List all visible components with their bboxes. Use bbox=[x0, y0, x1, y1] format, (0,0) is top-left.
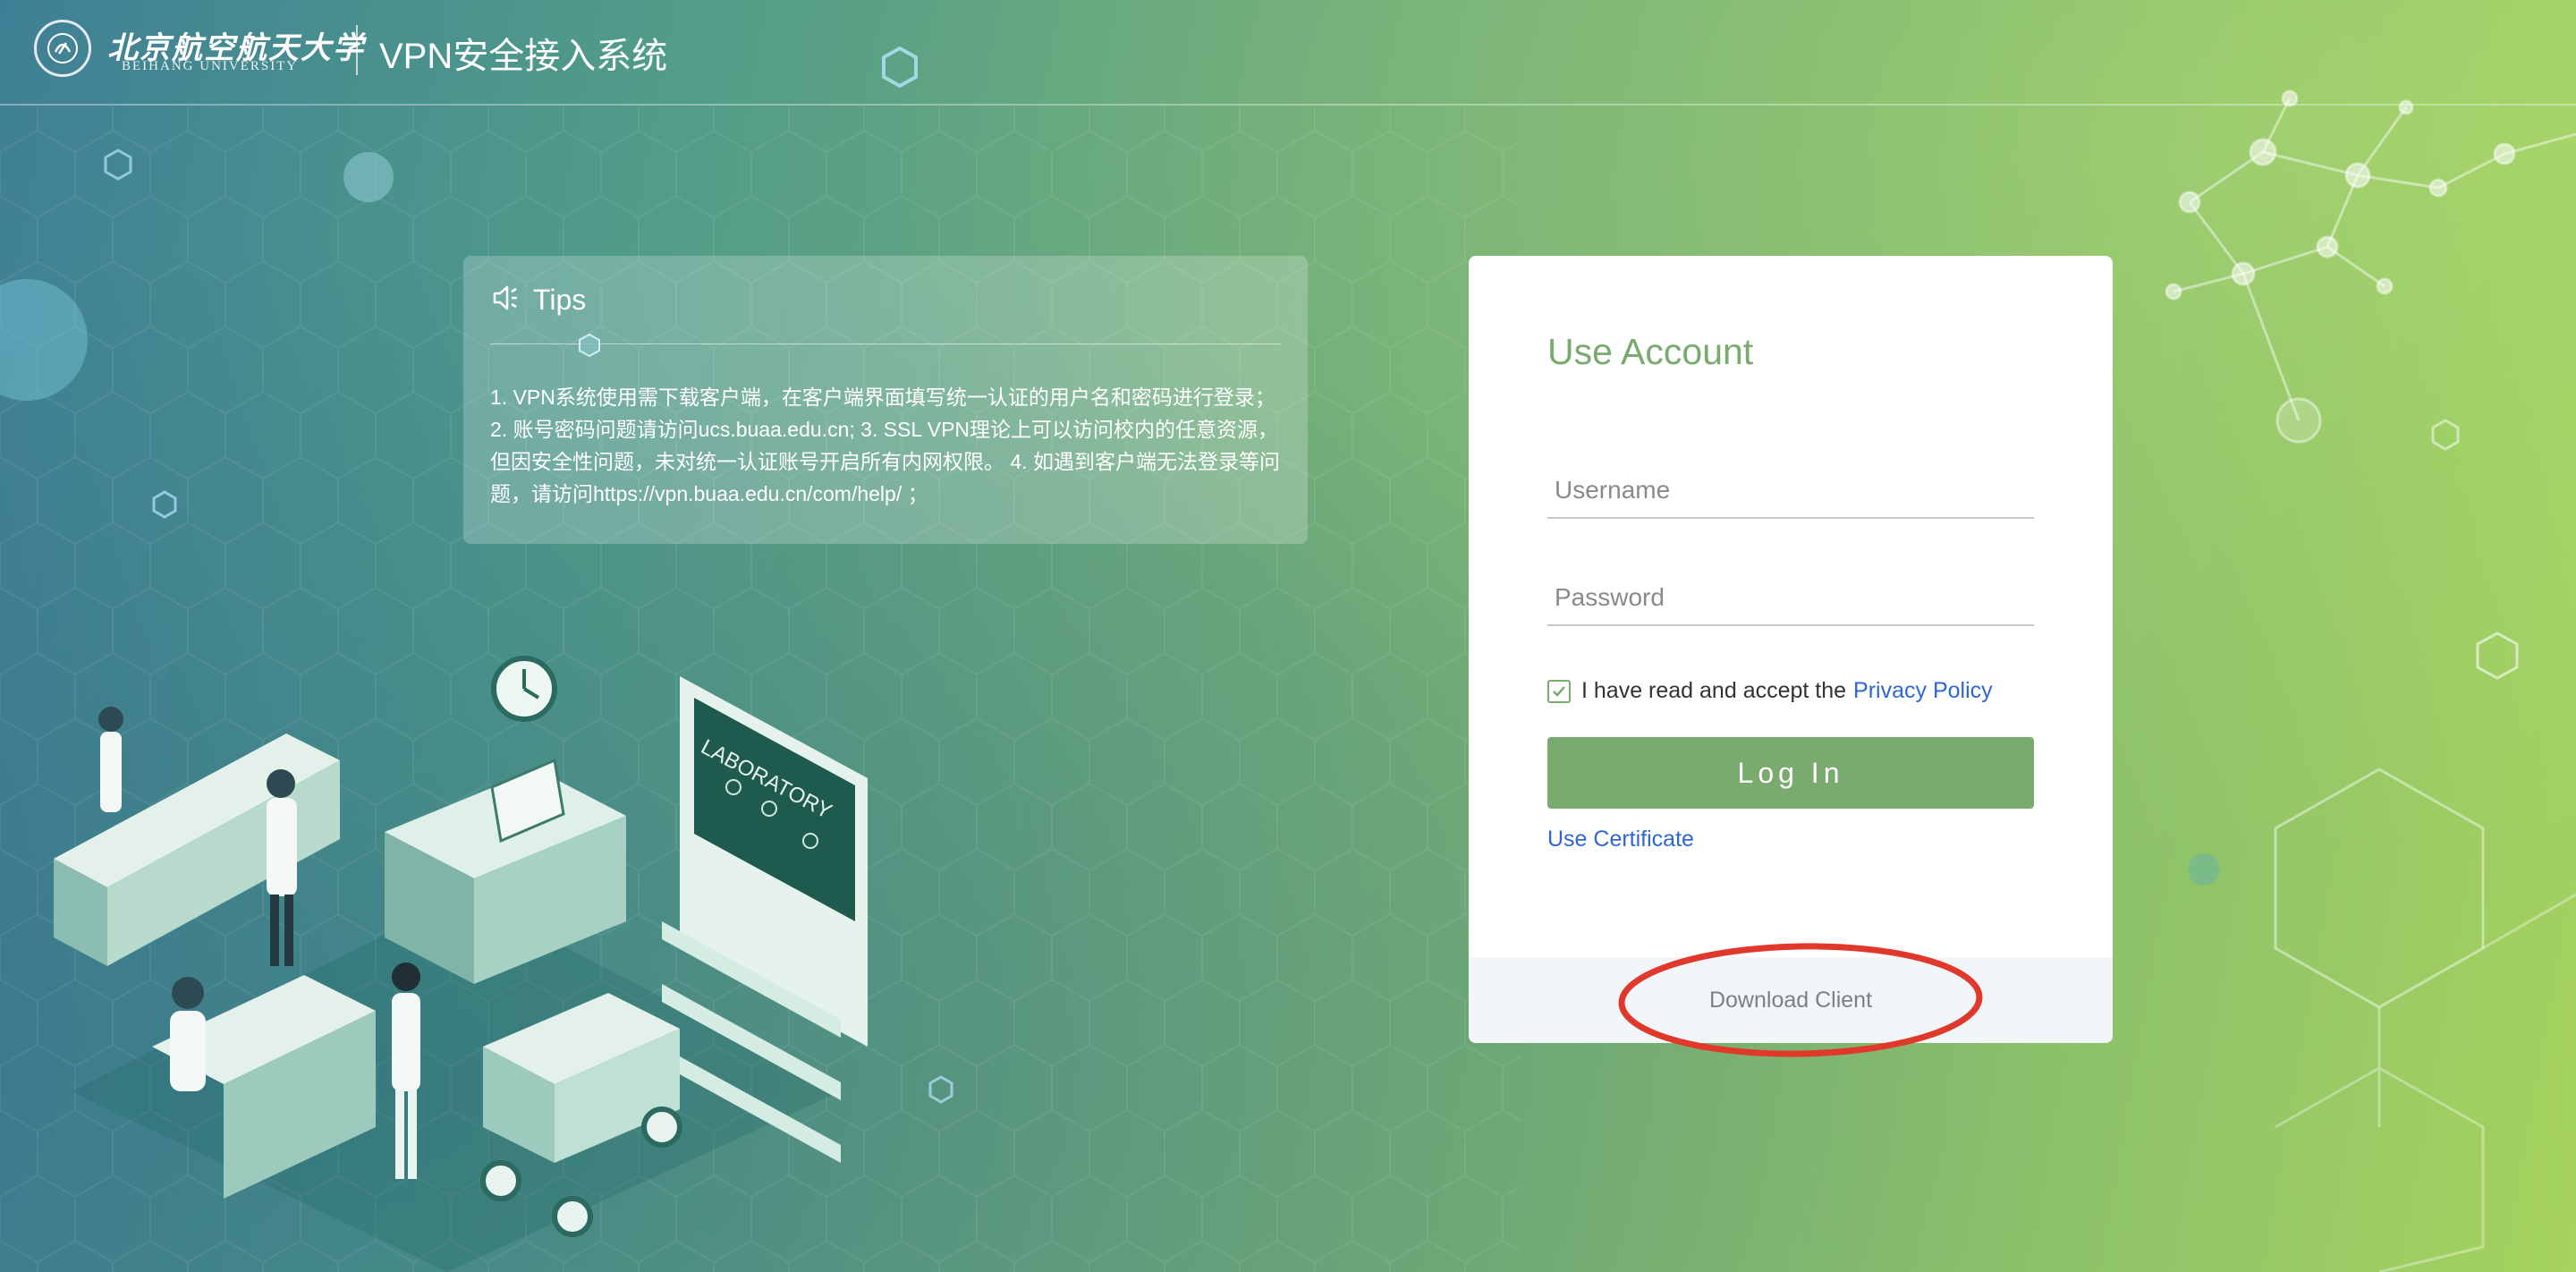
login-card: Use Account I have read and accept the P… bbox=[1469, 256, 2113, 1043]
agree-label: I have read and accept the bbox=[1581, 678, 1847, 703]
tips-content: 1. VPN系统使用需下载客户端，在客户端界面填写统一认证的用户名和密码进行登录… bbox=[490, 386, 1280, 505]
login-button[interactable]: Log In bbox=[1547, 737, 2034, 809]
login-title: Use Account bbox=[1547, 331, 1754, 372]
header-divider bbox=[356, 25, 358, 75]
agree-checkbox[interactable] bbox=[1547, 679, 1571, 703]
system-title: VPN安全接入系统 bbox=[379, 37, 668, 76]
use-certificate-link[interactable]: Use Certificate bbox=[1547, 827, 1694, 852]
username-input[interactable] bbox=[1547, 463, 2034, 519]
tips-header: Tips bbox=[490, 283, 586, 318]
hexagon-icon bbox=[579, 333, 600, 358]
tips-panel: Tips 1. VPN系统使用需下载客户端，在客户端界面填写统一认证的用户名和密… bbox=[463, 256, 1308, 544]
password-input[interactable] bbox=[1547, 571, 2034, 626]
tips-title: Tips bbox=[533, 284, 587, 316]
checkmark-icon bbox=[1553, 685, 1565, 697]
university-name-en: BEIHANG UNIVERSITY bbox=[122, 59, 299, 73]
tips-divider bbox=[490, 343, 1281, 344]
laboratory-illustration: LABORATORY bbox=[54, 656, 868, 1272]
top-header: 北京航空航天大学 BEIHANG UNIVERSITY VPN安全接入系统 bbox=[0, 0, 2576, 106]
privacy-policy-link[interactable]: Privacy Policy bbox=[1853, 678, 1993, 704]
speaker-icon bbox=[490, 283, 521, 318]
privacy-agree-row: I have read and accept the Privacy Polic… bbox=[1547, 678, 1993, 704]
university-seal-icon bbox=[34, 20, 91, 77]
annotation-ellipse bbox=[1618, 943, 1983, 1057]
